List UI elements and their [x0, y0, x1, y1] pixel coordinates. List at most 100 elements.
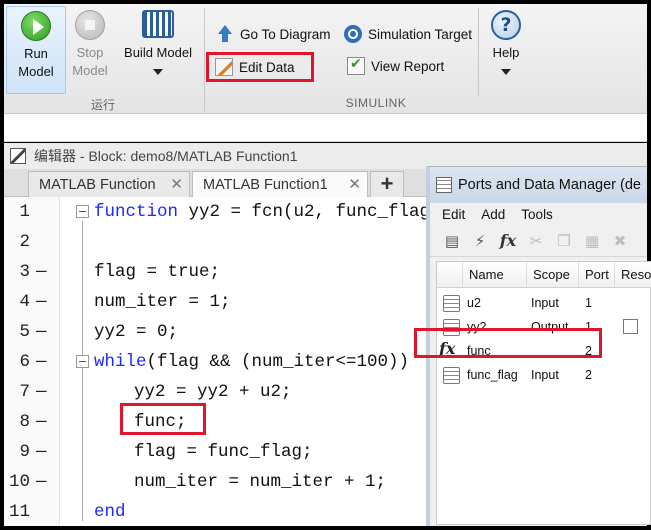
- toolstrip: Run Model Stop Model Build Model Go To D…: [4, 4, 647, 114]
- run-model-button[interactable]: Run Model: [6, 6, 66, 94]
- code-text: yy2 = 0;: [94, 317, 178, 347]
- cell-scope: Input: [531, 296, 559, 310]
- pdm-title-bar: Ports and Data Manager (de: [430, 167, 647, 203]
- fold-guide: [82, 221, 83, 521]
- stop-label-1: Stop: [76, 45, 104, 60]
- pdm-title: Ports and Data Manager (de: [458, 177, 641, 193]
- code-body: (flag && (num_iter<=100)): [146, 352, 410, 372]
- view-report-button[interactable]: View Report: [347, 55, 444, 77]
- cell-name: u2: [467, 296, 481, 310]
- code-text: num_iter = 1;: [94, 287, 231, 317]
- add-data-icon[interactable]: ▤: [442, 231, 462, 251]
- close-icon[interactable]: ✕: [348, 175, 361, 193]
- add-function-icon[interactable]: fx: [498, 231, 518, 251]
- keyword: while: [94, 352, 147, 372]
- pdm-table: Name Scope Port Reso u2 Input 1 yy2 Output 1 f…: [436, 261, 651, 525]
- blank-area: [4, 114, 647, 142]
- tab-matlab-function1[interactable]: MATLAB Function1 ✕: [192, 171, 368, 197]
- code-text: flag = func_flag;: [134, 437, 313, 467]
- menu-add[interactable]: Add: [481, 207, 505, 222]
- menu-edit[interactable]: Edit: [442, 207, 465, 222]
- tab-label: MATLAB Function1: [203, 176, 328, 193]
- fold-toggle-icon[interactable]: [76, 355, 89, 368]
- data-icon: [443, 367, 460, 384]
- column-header-name[interactable]: Name: [463, 262, 527, 288]
- editor-title: 编辑器 - Block: demo8/MATLAB Function1: [34, 148, 298, 164]
- column-header-resolve[interactable]: Reso: [615, 262, 651, 288]
- line-number: 3: [19, 262, 30, 282]
- build-model-button[interactable]: Build Model: [116, 8, 200, 80]
- fold-toggle-icon[interactable]: [76, 205, 89, 218]
- tab-matlab-function[interactable]: MATLAB Function ✕: [28, 171, 190, 197]
- close-icon[interactable]: ✕: [170, 175, 183, 193]
- tab-label: MATLAB Function: [39, 176, 156, 193]
- line-number: 5: [19, 322, 30, 342]
- code-body: num_iter = num_iter + 1;: [134, 472, 387, 492]
- divider: [204, 8, 205, 112]
- line-number: 9: [19, 442, 30, 462]
- chevron-down-icon: [153, 69, 163, 75]
- column-header-icon: [437, 262, 463, 288]
- line-number: 8: [19, 412, 30, 432]
- code-body: num_iter = 1;: [94, 292, 231, 312]
- breakpoint-marker[interactable]: —: [36, 257, 47, 287]
- breakpoint-marker[interactable]: —: [36, 347, 47, 377]
- build-icon: [142, 10, 174, 38]
- column-header-port[interactable]: Port: [579, 262, 615, 288]
- code-text: flag = true;: [94, 257, 220, 287]
- breakpoint-marker[interactable]: —: [36, 437, 47, 467]
- table-row[interactable]: u2 Input 1: [437, 292, 651, 316]
- up-arrow-icon: [216, 25, 234, 43]
- editor-icon: [10, 148, 26, 164]
- run-icon: [21, 11, 51, 41]
- breakpoint-marker[interactable]: —: [36, 317, 47, 347]
- code-body: flag = true;: [94, 262, 221, 282]
- code-text: while(flag && (num_iter<=100)): [94, 347, 409, 377]
- section-label-simulink: SIMULINK: [345, 96, 407, 110]
- add-tab-button[interactable]: +: [370, 171, 404, 197]
- cell-port: 2: [585, 368, 592, 382]
- keyword: end: [94, 502, 126, 522]
- go-to-diagram-label: Go To Diagram: [240, 26, 331, 42]
- breakpoint-marker[interactable]: —: [36, 467, 47, 497]
- resolve-checkbox[interactable]: [623, 319, 638, 334]
- report-icon: [347, 56, 365, 75]
- table-row[interactable]: func_flag Input 2: [437, 364, 651, 388]
- menu-tools[interactable]: Tools: [521, 207, 553, 222]
- data-icon: [443, 295, 460, 312]
- pdm-toolbar: ▤ ⚡ fx ✂ ❐ ▦ ✖: [430, 225, 647, 257]
- cut-icon[interactable]: ✂: [526, 231, 546, 251]
- breakpoint-marker[interactable]: —: [36, 407, 47, 437]
- cell-scope: Input: [531, 368, 559, 382]
- edit-icon: [215, 58, 233, 76]
- simulation-target-button[interactable]: Simulation Target: [344, 23, 472, 45]
- stop-model-button[interactable]: Stop Model: [66, 8, 114, 80]
- cell-name: func_flag: [467, 368, 518, 382]
- help-icon: ?: [491, 10, 521, 40]
- add-event-icon[interactable]: ⚡: [470, 231, 490, 251]
- copy-icon[interactable]: ❐: [554, 231, 574, 251]
- column-header-scope[interactable]: Scope: [527, 262, 579, 288]
- edit-data-button[interactable]: Edit Data: [206, 52, 314, 82]
- stop-label-2: Model: [72, 63, 108, 78]
- line-number: 4: [19, 292, 30, 312]
- code-text: num_iter = num_iter + 1;: [134, 467, 386, 497]
- cell-port: 1: [585, 296, 592, 310]
- go-to-diagram-button[interactable]: Go To Diagram: [216, 23, 331, 45]
- breakpoint-marker[interactable]: —: [36, 377, 47, 407]
- highlight-func-call: [120, 403, 206, 435]
- breakpoint-marker[interactable]: —: [36, 287, 47, 317]
- line-number: 2: [19, 232, 30, 252]
- table-icon: [436, 177, 452, 193]
- keyword: function: [94, 202, 179, 222]
- code-text: end: [94, 497, 126, 527]
- run-label-1: Run: [24, 46, 48, 61]
- chevron-down-icon: [501, 69, 511, 75]
- view-report-label: View Report: [371, 58, 445, 74]
- code-body: yy2 = yy2 + u2;: [134, 382, 292, 402]
- paste-icon[interactable]: ▦: [582, 231, 602, 251]
- delete-icon[interactable]: ✖: [610, 231, 630, 251]
- section-label-run: 运行: [90, 98, 115, 112]
- code-body: yy2 = fcn(u2, func_flag): [178, 202, 441, 222]
- help-button[interactable]: ? Help: [482, 8, 530, 80]
